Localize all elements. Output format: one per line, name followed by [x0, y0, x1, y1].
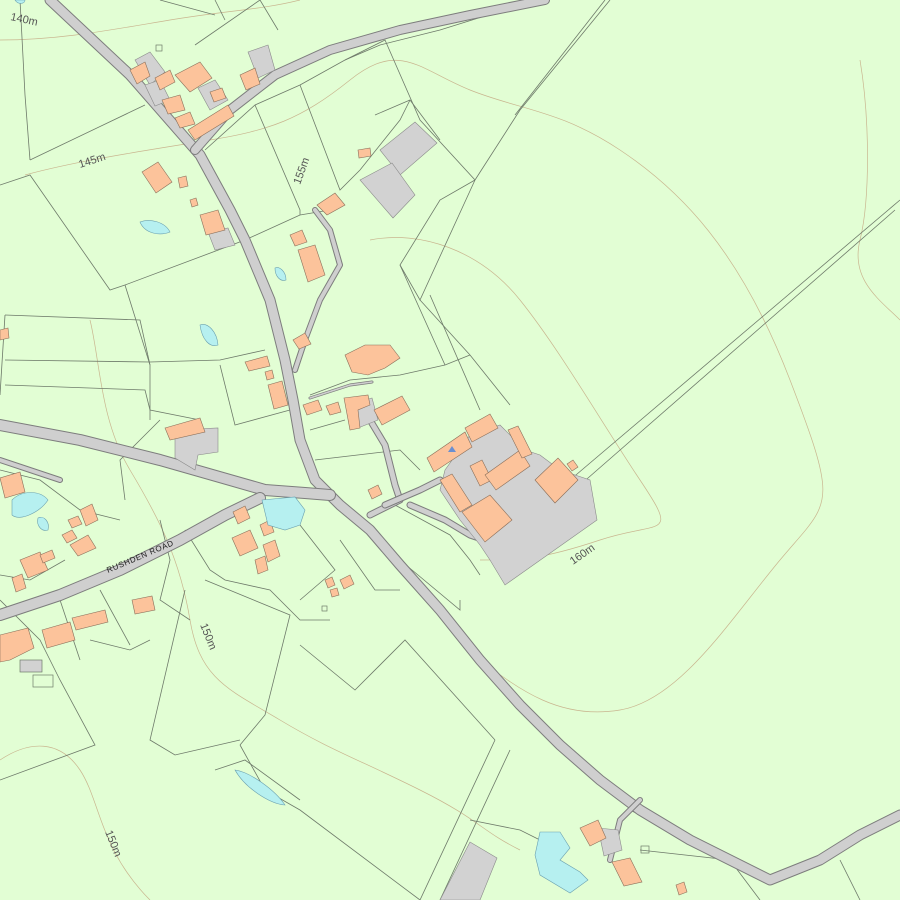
map-canvas[interactable]: 140m 145m 155m 150m 150m 160m RUSHDEN RO… [0, 0, 900, 900]
